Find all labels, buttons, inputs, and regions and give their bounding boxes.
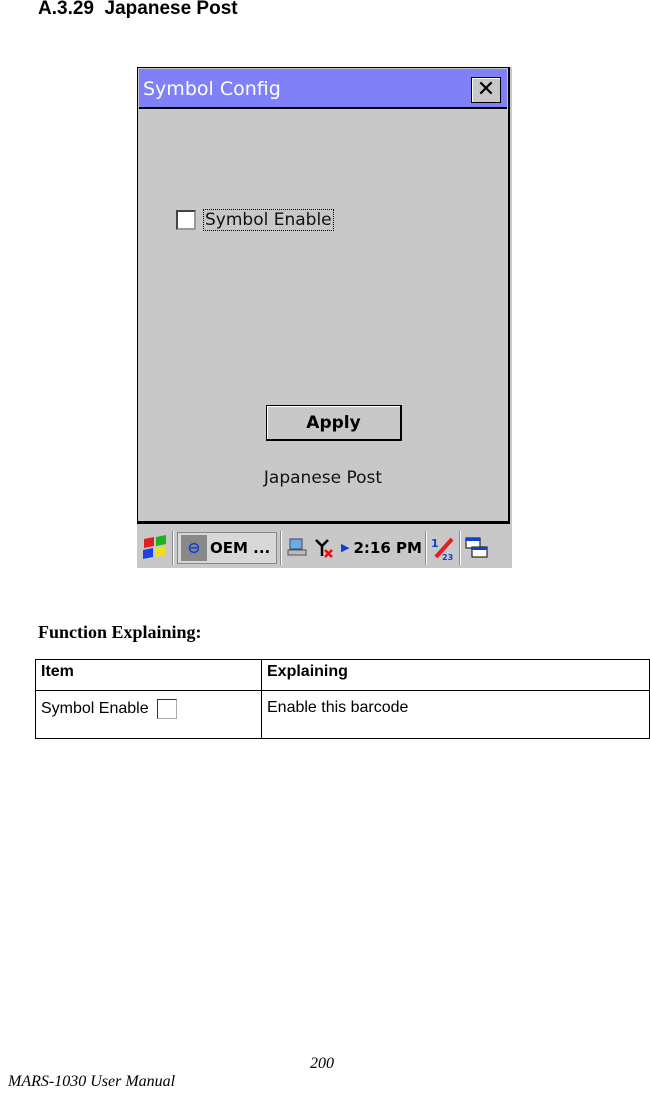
task-button-oem[interactable]: ⊖ OEM ... [177, 531, 277, 564]
system-tray: ▶ 2:16 PM [285, 535, 422, 561]
title-bar: Symbol Config ✕ [139, 69, 507, 109]
taskbar: ⊖ OEM ... ▶ 2:16 PM 1 23 [137, 527, 512, 568]
page-number: 200 [310, 1055, 334, 1072]
svg-text:23: 23 [442, 553, 453, 561]
windows-start-icon[interactable] [141, 533, 169, 563]
arrow-right-icon: ▶ [341, 541, 350, 554]
window-switch-icon[interactable] [464, 535, 490, 561]
symbol-config-window: Symbol Config ✕ Symbol Enable Apply Japa… [137, 67, 510, 524]
symbology-caption: Japanese Post [263, 468, 383, 488]
checkbox-icon [156, 699, 177, 719]
network-icon[interactable] [285, 535, 311, 561]
close-button[interactable]: ✕ [471, 77, 501, 103]
function-explaining-title: Function Explaining: [38, 622, 202, 642]
oem-app-icon: ⊖ [181, 534, 207, 561]
device-screenshot: Symbol Config ✕ Symbol Enable Apply Japa… [137, 67, 512, 568]
task-label: OEM ... [210, 538, 271, 557]
apply-button[interactable]: Apply [266, 405, 402, 441]
section-heading: A.3.29 Japanese Post [38, 0, 238, 19]
header-item: Item [35, 659, 262, 691]
table-header-row: Item Explaining [35, 659, 650, 691]
symbol-enable-label[interactable]: Symbol Enable [203, 209, 334, 231]
taskbar-separator [172, 530, 174, 565]
row-item: Symbol Enable [41, 700, 149, 718]
close-icon: ✕ [476, 77, 496, 102]
taskbar-separator [458, 530, 461, 565]
header-explaining: Explaining [261, 659, 650, 691]
symbol-enable-row[interactable]: Symbol Enable [176, 209, 334, 231]
taskbar-separator [280, 530, 282, 565]
page-footer: MARS-1030 User Manual 200 [0, 1055, 334, 1109]
row-explaining: Enable this barcode [261, 690, 650, 739]
clock[interactable]: 2:16 PM [353, 539, 421, 557]
signal-off-icon[interactable] [311, 535, 337, 561]
symbol-enable-checkbox[interactable] [176, 210, 196, 230]
svg-text:1: 1 [431, 537, 439, 550]
window-title: Symbol Config [143, 78, 281, 100]
function-table: Item Explaining Symbol Enable Enable thi… [35, 659, 650, 739]
taskbar-separator [424, 530, 427, 565]
table-row: Symbol Enable Enable this barcode [35, 690, 650, 739]
input-panel-icon[interactable]: 1 23 [430, 535, 456, 561]
row-item-cell: Symbol Enable [35, 690, 262, 739]
